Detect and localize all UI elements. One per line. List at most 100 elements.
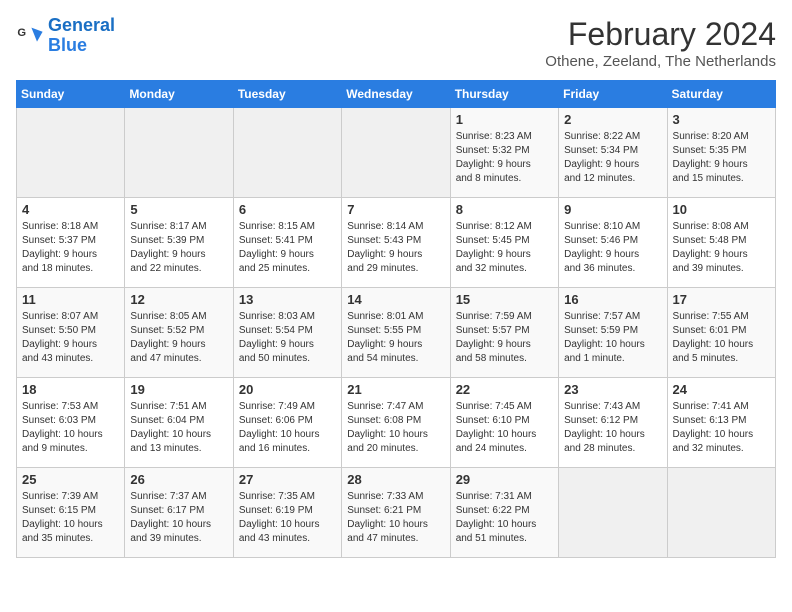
weekday-header: Monday [125,81,233,108]
calendar-week-row: 25 Sunrise: 7:39 AM Sunset: 6:15 PM Dayli… [17,468,776,558]
calendar-cell: 3Sunrise: 8:20 AM Sunset: 5:35 PM Daylig… [667,108,775,198]
calendar-cell: 7 Sunrise: 8:14 AM Sunset: 5:43 PM Daylig… [342,198,450,288]
calendar-cell: 12 Sunrise: 8:05 AM Sunset: 5:52 PM Dayli… [125,288,233,378]
calendar-cell [233,108,341,198]
cell-content: Sunrise: 8:01 AM Sunset: 5:55 PM Dayligh… [347,310,444,366]
cell-content: Sunrise: 8:03 AM Sunset: 5:54 PM Dayligh… [239,310,336,366]
calendar-cell: 1Sunrise: 8:23 AM Sunset: 5:32 PM Daylig… [450,108,558,198]
day-number: 19 [130,382,227,397]
cell-content: Sunrise: 7:47 AM Sunset: 6:08 PM Dayligh… [347,400,444,456]
cell-content: Sunrise: 8:05 AM Sunset: 5:52 PM Dayligh… [130,310,227,366]
calendar-cell: 13 Sunrise: 8:03 AM Sunset: 5:54 PM Dayli… [233,288,341,378]
day-number: 5 [130,202,227,217]
day-number: 17 [673,292,770,307]
cell-content: Sunrise: 8:12 AM Sunset: 5:45 PM Dayligh… [456,220,553,276]
logo-icon: G [16,22,44,50]
day-number: 9 [564,202,661,217]
cell-content: Sunrise: 8:08 AM Sunset: 5:48 PM Dayligh… [673,220,770,276]
calendar-cell [667,468,775,558]
calendar-table: SundayMondayTuesdayWednesdayThursdayFrid… [16,80,776,558]
day-number: 6 [239,202,336,217]
day-number: 22 [456,382,553,397]
calendar-cell: 17 Sunrise: 7:55 AM Sunset: 6:01 PM Dayli… [667,288,775,378]
weekday-header: Friday [559,81,667,108]
calendar-cell: 19 Sunrise: 7:51 AM Sunset: 6:04 PM Dayli… [125,378,233,468]
calendar-week-row: 11 Sunrise: 8:07 AM Sunset: 5:50 PM Dayli… [17,288,776,378]
weekday-header: Wednesday [342,81,450,108]
cell-content: Sunrise: 7:57 AM Sunset: 5:59 PM Dayligh… [564,310,661,366]
calendar-cell: 16 Sunrise: 7:57 AM Sunset: 5:59 PM Dayli… [559,288,667,378]
cell-content: Sunrise: 7:37 AM Sunset: 6:17 PM Dayligh… [130,490,227,546]
day-number: 12 [130,292,227,307]
calendar-cell: 8 Sunrise: 8:12 AM Sunset: 5:45 PM Daylig… [450,198,558,288]
day-number: 4 [22,202,119,217]
day-number: 24 [673,382,770,397]
day-number: 15 [456,292,553,307]
calendar-cell: 20 Sunrise: 7:49 AM Sunset: 6:06 PM Dayli… [233,378,341,468]
cell-content: Sunrise: 7:49 AM Sunset: 6:06 PM Dayligh… [239,400,336,456]
day-number: 8 [456,202,553,217]
day-number: 2 [564,112,661,127]
calendar-body: 1Sunrise: 8:23 AM Sunset: 5:32 PM Daylig… [17,108,776,558]
calendar-cell: 25 Sunrise: 7:39 AM Sunset: 6:15 PM Dayli… [17,468,125,558]
calendar-cell: 6 Sunrise: 8:15 AM Sunset: 5:41 PM Daylig… [233,198,341,288]
day-number: 7 [347,202,444,217]
calendar-cell: 18 Sunrise: 7:53 AM Sunset: 6:03 PM Dayli… [17,378,125,468]
day-number: 23 [564,382,661,397]
calendar-cell [342,108,450,198]
header: G General Blue February 2024 Othene, Zee… [16,16,776,70]
day-number: 16 [564,292,661,307]
calendar-cell: 4 Sunrise: 8:18 AM Sunset: 5:37 PM Daylig… [17,198,125,288]
calendar-week-row: 18 Sunrise: 7:53 AM Sunset: 6:03 PM Dayli… [17,378,776,468]
day-number: 20 [239,382,336,397]
cell-content: Sunrise: 7:55 AM Sunset: 6:01 PM Dayligh… [673,310,770,366]
cell-content: Sunrise: 8:17 AM Sunset: 5:39 PM Dayligh… [130,220,227,276]
cell-content: Sunrise: 7:45 AM Sunset: 6:10 PM Dayligh… [456,400,553,456]
calendar-cell: 26 Sunrise: 7:37 AM Sunset: 6:17 PM Dayli… [125,468,233,558]
calendar-cell: 27Sunrise: 7:35 AM Sunset: 6:19 PM Dayli… [233,468,341,558]
day-number: 28 [347,472,444,487]
logo: G General Blue [16,16,115,56]
cell-content: Sunrise: 7:43 AM Sunset: 6:12 PM Dayligh… [564,400,661,456]
day-number: 11 [22,292,119,307]
cell-content: Sunrise: 8:15 AM Sunset: 5:41 PM Dayligh… [239,220,336,276]
cell-content: Sunrise: 7:35 AM Sunset: 6:19 PM Dayligh… [239,490,336,546]
cell-content: Sunrise: 8:22 AM Sunset: 5:34 PM Dayligh… [564,130,661,186]
month-title: February 2024 [545,16,776,53]
calendar-cell: 9 Sunrise: 8:10 AM Sunset: 5:46 PM Daylig… [559,198,667,288]
calendar-cell: 22 Sunrise: 7:45 AM Sunset: 6:10 PM Dayli… [450,378,558,468]
logo-text: General Blue [48,16,115,56]
calendar-cell: 11 Sunrise: 8:07 AM Sunset: 5:50 PM Dayli… [17,288,125,378]
cell-content: Sunrise: 7:53 AM Sunset: 6:03 PM Dayligh… [22,400,119,456]
day-number: 10 [673,202,770,217]
cell-content: Sunrise: 8:23 AM Sunset: 5:32 PM Dayligh… [456,130,553,186]
cell-content: Sunrise: 7:59 AM Sunset: 5:57 PM Dayligh… [456,310,553,366]
cell-content: Sunrise: 7:33 AM Sunset: 6:21 PM Dayligh… [347,490,444,546]
calendar-cell: 23 Sunrise: 7:43 AM Sunset: 6:12 PM Dayli… [559,378,667,468]
title-area: February 2024 Othene, Zeeland, The Nethe… [545,16,776,70]
calendar-week-row: 1Sunrise: 8:23 AM Sunset: 5:32 PM Daylig… [17,108,776,198]
day-number: 26 [130,472,227,487]
calendar-cell: 10 Sunrise: 8:08 AM Sunset: 5:48 PM Dayli… [667,198,775,288]
cell-content: Sunrise: 8:07 AM Sunset: 5:50 PM Dayligh… [22,310,119,366]
weekday-header: Tuesday [233,81,341,108]
calendar-cell [125,108,233,198]
day-number: 25 [22,472,119,487]
cell-content: Sunrise: 8:18 AM Sunset: 5:37 PM Dayligh… [22,220,119,276]
calendar-header: SundayMondayTuesdayWednesdayThursdayFrid… [17,81,776,108]
calendar-cell [17,108,125,198]
day-number: 13 [239,292,336,307]
cell-content: Sunrise: 8:14 AM Sunset: 5:43 PM Dayligh… [347,220,444,276]
cell-content: Sunrise: 7:39 AM Sunset: 6:15 PM Dayligh… [22,490,119,546]
day-number: 21 [347,382,444,397]
calendar-cell: 28 Sunrise: 7:33 AM Sunset: 6:21 PM Dayli… [342,468,450,558]
day-number: 14 [347,292,444,307]
day-number: 29 [456,472,553,487]
day-number: 18 [22,382,119,397]
cell-content: Sunrise: 7:51 AM Sunset: 6:04 PM Dayligh… [130,400,227,456]
calendar-cell: 14 Sunrise: 8:01 AM Sunset: 5:55 PM Dayli… [342,288,450,378]
calendar-cell: 29Sunrise: 7:31 AM Sunset: 6:22 PM Dayli… [450,468,558,558]
weekday-header: Saturday [667,81,775,108]
cell-content: Sunrise: 8:10 AM Sunset: 5:46 PM Dayligh… [564,220,661,276]
day-number: 3 [673,112,770,127]
